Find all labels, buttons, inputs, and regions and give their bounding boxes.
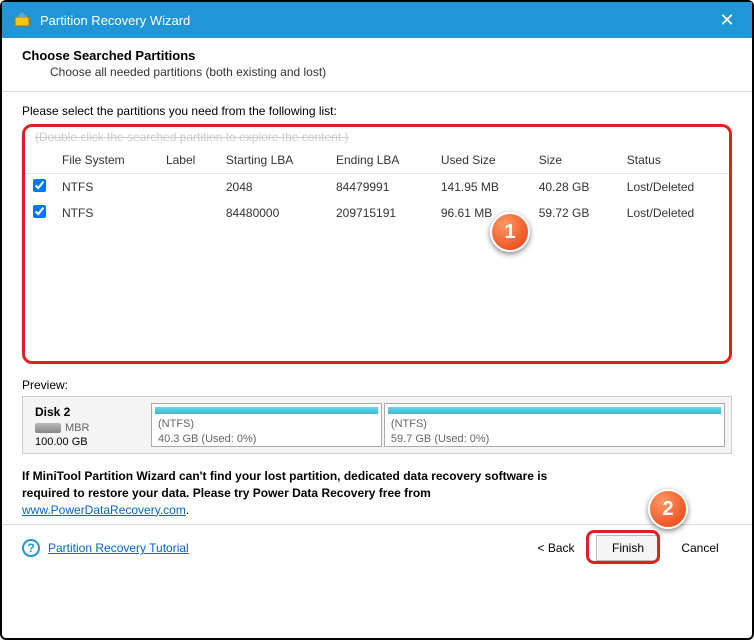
preview-panel: Disk 2 MBR 100.00 GB (NTFS)40.3 GB (Used… [22,396,732,454]
footer: ? Partition Recovery Tutorial < Back Fin… [2,524,752,571]
wizard-header: Choose Searched Partitions Choose all ne… [2,38,752,92]
recovery-note: If MiniTool Partition Wizard can't find … [22,468,732,518]
col-used-size[interactable]: Used Size [433,147,531,174]
tutorial-link[interactable]: Partition Recovery Tutorial [48,541,189,555]
hint-text: (Double click the searched partition to … [25,127,729,147]
close-icon[interactable]: ✕ [712,5,742,35]
partition-preview-2[interactable]: (NTFS)59.7 GB (Used: 0%) [384,403,725,447]
page-heading: Choose Searched Partitions [22,48,732,63]
disk-icon [35,423,61,433]
table-row[interactable]: NTFS 2048 84479991 141.95 MB 40.28 GB Lo… [25,174,729,201]
partition-table: File System Label Starting LBA Ending LB… [25,147,729,226]
col-label[interactable]: Label [158,147,218,174]
cancel-button[interactable]: Cancel [668,536,732,560]
finish-button[interactable]: Finish [596,535,660,561]
page-subheading: Choose all needed partitions (both exist… [50,65,732,79]
partition-preview-1[interactable]: (NTFS)40.3 GB (Used: 0%) [151,403,382,447]
col-ending-lba[interactable]: Ending LBA [328,147,433,174]
annotation-badge-2: 2 [648,489,688,529]
help-icon[interactable]: ? [22,539,40,557]
app-icon [12,10,32,30]
col-starting-lba[interactable]: Starting LBA [218,147,328,174]
titlebar: Partition Recovery Wizard ✕ [2,2,752,38]
window-title: Partition Recovery Wizard [40,13,190,28]
partition-table-container: (Double click the searched partition to … [22,124,732,364]
col-status[interactable]: Status [619,147,729,174]
row-checkbox[interactable] [33,205,46,218]
table-row[interactable]: NTFS 84480000 209715191 96.61 MB 59.72 G… [25,200,729,226]
col-filesystem[interactable]: File System [54,147,158,174]
row-checkbox[interactable] [33,179,46,192]
preview-label: Preview: [22,378,732,392]
annotation-badge-1: 1 [490,212,530,252]
disk-info: Disk 2 MBR 100.00 GB [29,403,149,447]
power-data-recovery-link[interactable]: www.PowerDataRecovery.com [22,503,186,517]
col-size[interactable]: Size [531,147,619,174]
instruction-text: Please select the partitions you need fr… [22,104,732,118]
back-button[interactable]: < Back [524,536,588,560]
